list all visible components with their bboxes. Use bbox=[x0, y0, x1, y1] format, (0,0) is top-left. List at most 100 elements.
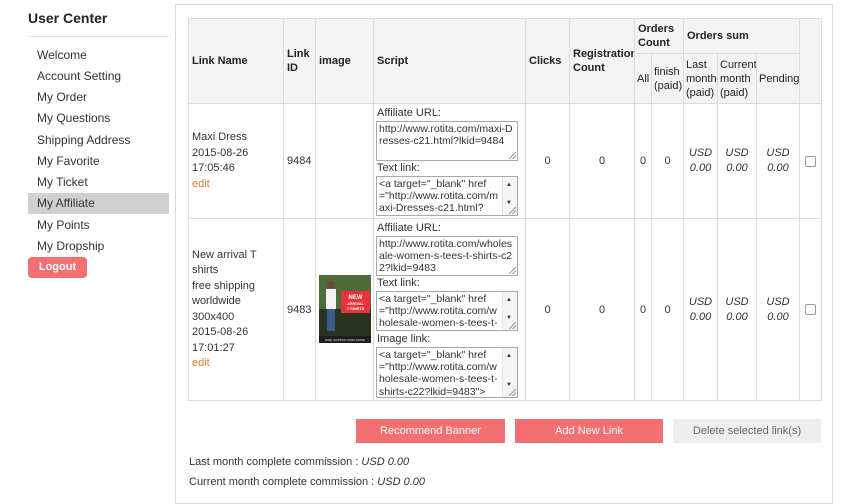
row1-orders-finish: 0 bbox=[651, 103, 684, 219]
current-month-commission-label: Current month complete commission : bbox=[189, 476, 375, 488]
row1-select bbox=[799, 103, 822, 219]
row2-orders-finish: 0 bbox=[651, 218, 684, 401]
affiliate-table: Link Name Link ID image Script Clicks Re… bbox=[188, 18, 822, 401]
sidebar-item-account-setting[interactable]: Account Setting bbox=[28, 66, 169, 87]
row1-last-month-text: USD 0.00 bbox=[688, 147, 713, 174]
header-link-name-text: Link Name bbox=[192, 55, 248, 67]
row2-edit-link[interactable]: edit bbox=[192, 356, 283, 372]
row2-text-link-text: <a target="_blank" href="http://www.roti… bbox=[379, 293, 498, 330]
row2-image-link-textarea[interactable]: <a target="_blank" href="http://www.roti… bbox=[376, 347, 518, 398]
row2-current-month: USD 0.00 bbox=[717, 218, 757, 401]
row2-affiliate-url-text: http://www.rotita.com/wholesale-women-s-… bbox=[379, 238, 513, 275]
header-image: image bbox=[315, 18, 374, 104]
row2-script: Affiliate URL: http://www.rotita.com/who… bbox=[373, 218, 526, 401]
row2-select bbox=[799, 218, 822, 401]
sidebar-item-my-affiliate[interactable]: My Affiliate bbox=[28, 193, 169, 214]
scroll-up-icon[interactable]: ▲ bbox=[506, 294, 512, 306]
row2-last-month-text: USD 0.00 bbox=[688, 295, 713, 323]
resize-grip-icon[interactable] bbox=[509, 389, 516, 396]
row1-time: 17:05:46 bbox=[192, 162, 235, 174]
sidebar-item-my-dropship[interactable]: My Dropship bbox=[28, 236, 169, 257]
row2-orders-all: 0 bbox=[634, 218, 652, 401]
row1-clicks-text: 0 bbox=[544, 155, 551, 167]
row2-image-link-label: Image link: bbox=[377, 333, 431, 345]
current-month-commission: Current month complete commission : USD … bbox=[189, 476, 425, 488]
header-orders-sum-text: Orders sum bbox=[687, 30, 749, 42]
row1-last-month: USD 0.00 bbox=[683, 103, 718, 219]
delete-selected-links-button[interactable]: Delete selected link(s) bbox=[673, 419, 821, 443]
row2-current-month-text: USD 0.00 bbox=[725, 295, 749, 323]
header-orders-all-text: All bbox=[637, 72, 650, 85]
resize-grip-icon[interactable] bbox=[509, 152, 516, 159]
header-link-id: Link ID bbox=[283, 18, 316, 104]
row2-affiliate-url-label: Affiliate URL: bbox=[377, 222, 441, 234]
row2-checkbox[interactable] bbox=[805, 304, 816, 315]
sidebar-item-my-ticket[interactable]: My Ticket bbox=[28, 172, 169, 193]
svg-text:FREE SHIPPING WORLDWIDE: FREE SHIPPING WORLDWIDE bbox=[325, 338, 365, 342]
header-current-month: Current month (paid) bbox=[717, 53, 757, 104]
svg-text:NEW: NEW bbox=[349, 295, 363, 301]
table-row-1-link-name: Maxi Dress 2015-08-26 17:05:46 edit bbox=[188, 103, 284, 219]
sidebar-item-my-questions[interactable]: My Questions bbox=[28, 108, 169, 129]
row1-script: Affiliate URL: http://www.rotita.com/max… bbox=[373, 103, 526, 219]
row1-affiliate-url-textarea[interactable]: http://www.rotita.com/maxi-Dresses-c21.h… bbox=[376, 121, 518, 161]
row1-edit-link[interactable]: edit bbox=[192, 177, 283, 193]
header-orders-finish-text: finish (paid) bbox=[654, 65, 683, 92]
sidebar-item-welcome[interactable]: Welcome bbox=[28, 45, 169, 66]
logout-button[interactable]: Logout bbox=[28, 257, 87, 278]
row1-date: 2015-08-26 bbox=[192, 146, 249, 159]
add-new-link-button[interactable]: Add New Link bbox=[515, 419, 663, 443]
resize-grip-icon[interactable] bbox=[509, 322, 516, 329]
row1-text-link-label: Text link: bbox=[377, 162, 420, 174]
row2-size: 300x400 bbox=[192, 310, 235, 323]
header-clicks: Clicks bbox=[525, 18, 570, 104]
header-select-column bbox=[799, 18, 822, 104]
resize-grip-icon[interactable] bbox=[509, 207, 516, 214]
row1-clicks: 0 bbox=[525, 103, 570, 219]
row2-pending-text: USD 0.00 bbox=[766, 295, 790, 323]
header-image-text: image bbox=[319, 55, 351, 67]
sidebar-item-my-points[interactable]: My Points bbox=[28, 215, 169, 236]
row1-link-id-text: 9484 bbox=[287, 155, 312, 167]
header-pending-text: Pending bbox=[759, 72, 800, 85]
row1-orders-all-text: 0 bbox=[639, 155, 647, 167]
header-orders-finish: finish (paid) bbox=[651, 53, 684, 104]
banner-thumbnail-image: NEW ARRIVAL T SHIRTS FREE SHIPPING WORLD… bbox=[319, 275, 371, 343]
header-registration-count: Registration Count bbox=[569, 18, 635, 104]
row2-last-month: USD 0.00 bbox=[683, 218, 718, 401]
row2-orders-finish-text: 0 bbox=[664, 303, 671, 316]
row2-text-link-textarea[interactable]: <a target="_blank" href="http://www.roti… bbox=[376, 291, 518, 331]
header-last-month-text: Last month (paid) bbox=[686, 58, 717, 99]
scroll-up-icon[interactable]: ▲ bbox=[506, 179, 512, 191]
sidebar-item-my-favorite[interactable]: My Favorite bbox=[28, 151, 169, 172]
row2-registration-text: 0 bbox=[598, 303, 606, 316]
header-link-id-text: Link ID bbox=[287, 48, 310, 74]
row1-registration-text: 0 bbox=[598, 155, 606, 167]
row1-text-link-textarea[interactable]: <a target="_blank" href="http://www.roti… bbox=[376, 176, 518, 216]
header-last-month: Last month (paid) bbox=[683, 53, 718, 104]
recommend-banner-button[interactable]: Recommend Banner bbox=[356, 419, 505, 443]
row2-text-link-label: Text link: bbox=[377, 277, 420, 289]
current-month-commission-value: USD 0.00 bbox=[377, 476, 425, 488]
row2-affiliate-url-textarea[interactable]: http://www.rotita.com/wholesale-women-s-… bbox=[376, 236, 518, 276]
row1-image bbox=[315, 103, 374, 219]
row1-checkbox[interactable] bbox=[805, 155, 816, 167]
row1-current-month: USD 0.00 bbox=[717, 103, 757, 219]
row1-affiliate-url-label: Affiliate URL: bbox=[377, 107, 441, 119]
scroll-up-icon[interactable]: ▲ bbox=[506, 350, 512, 362]
sidebar-item-my-order[interactable]: My Order bbox=[28, 87, 169, 108]
table-row-2-link-name: New arrival T shirts free shipping world… bbox=[188, 218, 284, 401]
row1-pending-text: USD 0.00 bbox=[766, 147, 790, 174]
row2-registration: 0 bbox=[569, 218, 635, 401]
sidebar-item-shipping-address[interactable]: Shipping Address bbox=[28, 130, 169, 151]
resize-grip-icon[interactable] bbox=[509, 267, 516, 274]
row2-name-line-2: free shipping bbox=[192, 279, 255, 292]
row2-time: 17:01:27 bbox=[192, 341, 235, 354]
svg-text:ARRIVAL: ARRIVAL bbox=[347, 302, 364, 306]
last-month-commission-value: USD 0.00 bbox=[361, 456, 410, 468]
row2-image: NEW ARRIVAL T SHIRTS FREE SHIPPING WORLD… bbox=[315, 218, 374, 401]
row2-link-id-text: 9483 bbox=[287, 303, 312, 316]
last-month-commission-label: Last month complete commission : bbox=[189, 456, 359, 468]
row2-link-id: 9483 bbox=[283, 218, 316, 401]
row2-image-link-text: <a target="_blank" href="http://www.roti… bbox=[379, 349, 498, 398]
